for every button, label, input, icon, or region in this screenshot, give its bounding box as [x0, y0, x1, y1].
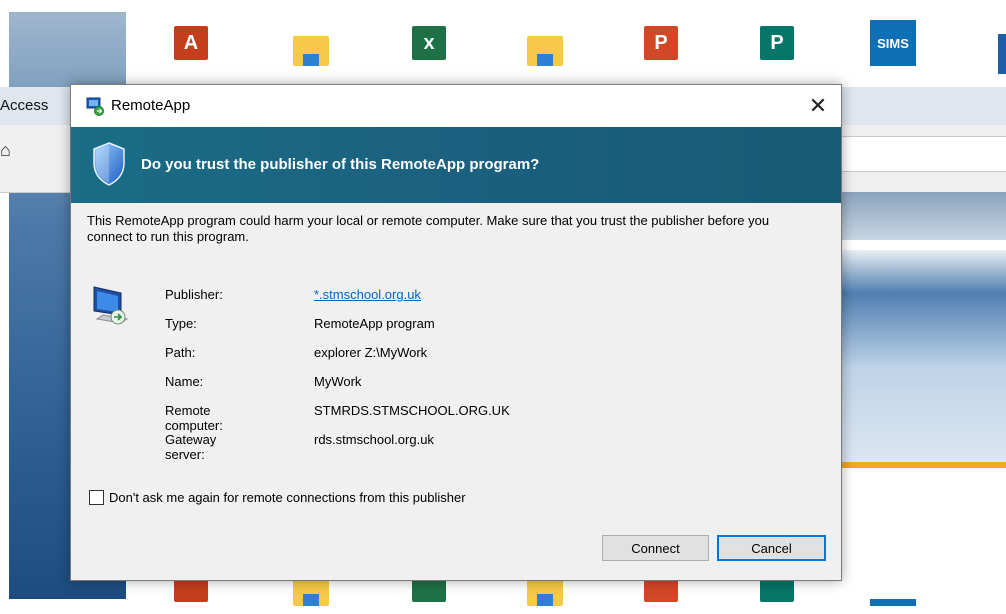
excel-icon[interactable]: x: [406, 20, 452, 66]
file-explorer-icon[interactable]: [288, 28, 334, 74]
path-label: Path:: [165, 345, 196, 360]
address-bar[interactable]: [840, 136, 1006, 172]
home-icon[interactable]: ⌂: [0, 140, 11, 161]
warning-text: This RemoteApp program could harm your l…: [87, 213, 770, 244]
dont-ask-again-option[interactable]: Don't ask me again for remote connection…: [89, 490, 466, 505]
remote-computer-icon: [93, 286, 129, 325]
remoteapp-dialog: RemoteApp ✕ Do you trust the publisher o…: [70, 84, 842, 581]
access-icon[interactable]: A: [168, 20, 214, 66]
dont-ask-again-label[interactable]: Don't ask me again for remote connection…: [109, 490, 466, 505]
excel-icon-label: x: [412, 26, 446, 60]
dont-ask-again-checkbox[interactable]: [89, 490, 104, 505]
sims-icon-label: SIMS: [870, 20, 916, 66]
web-page-header: [840, 192, 1006, 240]
publisher-link[interactable]: *.stmschool.org.uk: [314, 287, 421, 302]
gateway-server-label: Gateway server:: [165, 432, 217, 462]
dialog-header-banner: Do you trust the publisher of this Remot…: [71, 127, 841, 203]
file-explorer-icon-2[interactable]: [522, 28, 568, 74]
dialog-titlebar[interactable]: RemoteApp ✕: [71, 85, 841, 127]
dialog-title: RemoteApp: [111, 97, 191, 114]
sims-icon[interactable]: SIMS: [870, 20, 916, 66]
powerpoint-icon[interactable]: P: [638, 20, 684, 66]
close-button[interactable]: ✕: [795, 85, 841, 127]
name-value: MyWork: [314, 374, 362, 389]
remote-computer-label: Remote computer:: [165, 403, 223, 433]
browser-tab-label[interactable]: Access: [0, 97, 48, 114]
remoteapp-icon: [86, 97, 104, 116]
name-label: Name:: [165, 374, 204, 389]
publisher-icon[interactable]: P: [754, 20, 800, 66]
path-value: explorer Z:\MyWork: [314, 345, 428, 360]
publisher-label: Publisher:: [165, 287, 223, 302]
remote-computer-value: STMRDS.STMSCHOOL.ORG.UK: [314, 403, 510, 418]
partial-icon: [998, 34, 1006, 74]
type-label: Type:: [165, 316, 197, 331]
powerpoint-icon-label: P: [644, 26, 678, 60]
access-icon-label: A: [174, 26, 208, 60]
trust-question: Do you trust the publisher of this Remot…: [141, 156, 540, 173]
gateway-server-value: rds.stmschool.org.uk: [314, 432, 434, 447]
connect-button[interactable]: Connect: [602, 535, 709, 561]
publisher-icon-label: P: [760, 26, 794, 60]
shield-icon: [93, 142, 125, 186]
type-value: RemoteApp program: [314, 316, 435, 331]
cancel-button[interactable]: Cancel: [717, 535, 826, 561]
web-page-divider: [840, 462, 1006, 468]
web-page-banner: [840, 250, 1006, 465]
